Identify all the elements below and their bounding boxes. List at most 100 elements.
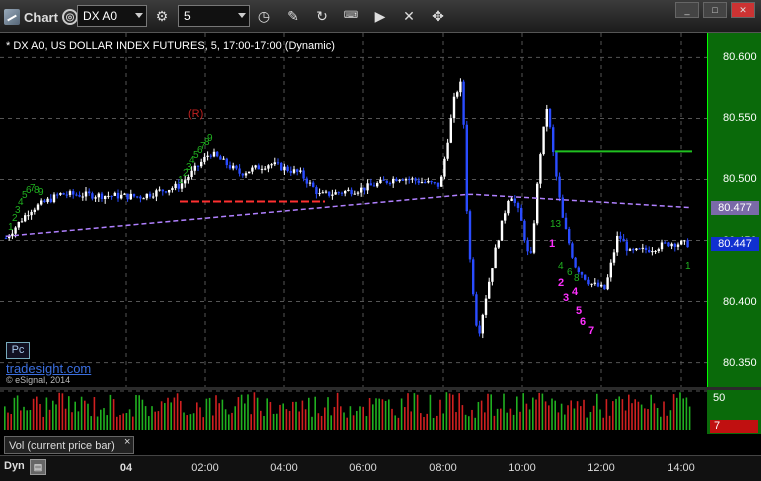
maximize-button[interactable]: □ — [703, 2, 727, 18]
candle-body — [446, 142, 449, 159]
volume-bar — [516, 396, 518, 430]
candle-body — [644, 247, 648, 251]
chevron-down-icon[interactable] — [238, 13, 246, 18]
volume-bar — [394, 415, 396, 430]
volume-bar — [666, 415, 668, 430]
volume-bar — [116, 416, 118, 430]
dyn-settings-icon[interactable]: ▤ — [30, 459, 46, 475]
volume-bar — [599, 409, 601, 430]
brand-link[interactable]: tradesight.com — [6, 361, 91, 376]
volume-bar — [455, 412, 457, 430]
volume-bar — [10, 414, 12, 430]
volume-bar — [656, 407, 659, 430]
candle-body — [625, 241, 628, 251]
candle-body — [660, 242, 664, 250]
volume-bar — [679, 392, 681, 430]
candle-body — [465, 124, 468, 212]
candle-body — [654, 250, 657, 252]
volume-bar — [685, 397, 688, 430]
candle-body — [456, 92, 459, 97]
price-plot[interactable]: (R)123456789123456789134681123 4567 — [0, 33, 707, 387]
time-tick-label: 12:00 — [587, 462, 615, 474]
candle-body — [142, 198, 145, 200]
candle-body — [289, 170, 292, 173]
volume-bar — [554, 400, 556, 430]
candle-body — [494, 247, 497, 269]
candle-body — [49, 198, 52, 203]
volume-bar — [589, 411, 592, 430]
chevron-down-icon[interactable] — [135, 13, 143, 18]
volume-bar — [439, 399, 441, 430]
volume-plot[interactable] — [0, 390, 707, 434]
candle-body — [520, 207, 523, 221]
volume-bar — [634, 399, 636, 430]
volume-bar — [205, 398, 208, 430]
candle-body — [641, 247, 644, 249]
pencil-icon[interactable]: ✎ — [283, 6, 303, 26]
volume-bar — [612, 401, 614, 430]
volume-bar — [356, 410, 358, 430]
symbol-input[interactable]: DX A0 — [77, 5, 147, 27]
volume-bar — [368, 398, 371, 430]
volume-bar — [109, 394, 112, 430]
cross-icon[interactable]: ✕ — [399, 6, 419, 26]
volume-bar — [167, 397, 169, 430]
candle-body — [65, 194, 68, 196]
interval-input[interactable]: 5 — [178, 5, 250, 27]
chart-title: * DX A0, US DOLLAR INDEX FUTURES, 5, 17:… — [6, 40, 335, 52]
volume-bar — [519, 411, 521, 430]
count-label-magenta: 4 — [572, 286, 579, 298]
settings-icon[interactable]: ⚙ — [152, 6, 172, 26]
candle-body — [24, 215, 27, 222]
volume-bar — [180, 400, 182, 430]
volume-bar — [144, 406, 147, 430]
pc-button[interactable]: Pc — [6, 342, 30, 359]
candle-body — [420, 182, 424, 184]
volume-bar — [458, 393, 460, 430]
link-icon[interactable]: ◎ — [61, 9, 78, 25]
volume-bar — [125, 412, 128, 430]
close-icon[interactable]: × — [124, 436, 130, 448]
candle-body — [580, 272, 584, 275]
candle-body — [100, 193, 104, 200]
volume-bar — [157, 411, 160, 430]
keyboard-icon[interactable]: ⌨ — [341, 6, 361, 26]
volume-bar — [237, 397, 240, 430]
volume-bar — [567, 405, 569, 430]
volume-bar — [647, 409, 649, 430]
clock-icon[interactable]: ◷ — [254, 6, 274, 26]
close-button[interactable]: ✕ — [731, 2, 755, 18]
volume-bar — [288, 410, 291, 430]
candle-body — [62, 193, 65, 195]
candle-body — [107, 195, 110, 197]
volume-bar — [400, 398, 403, 430]
candle-body — [392, 178, 395, 184]
volume-bar — [532, 397, 534, 430]
candle-body — [369, 183, 372, 186]
candle-body — [129, 193, 132, 200]
volume-bar — [112, 399, 115, 430]
volume-bar — [605, 399, 608, 430]
time-tick-label: 14:00 — [667, 462, 695, 474]
refresh-icon[interactable]: ↻ — [312, 6, 332, 26]
candle-body — [299, 170, 302, 172]
time-axis[interactable]: 04 02:00 04:00 06:00 08:00 10:00 12:00 14:00 — [0, 455, 707, 481]
volume-bar — [346, 417, 348, 430]
volume-bar — [352, 415, 355, 430]
price-axis[interactable]: 80.60080.55080.50080.45080.40080.35080.4… — [707, 33, 761, 387]
candle-body — [350, 189, 353, 195]
candle-body — [596, 282, 600, 287]
volume-bar — [218, 403, 220, 430]
candle-body — [33, 209, 36, 212]
pin-icon[interactable]: ✥ — [428, 6, 448, 26]
candle-body — [136, 196, 139, 198]
minimize-button[interactable]: _ — [675, 2, 699, 18]
volume-bar — [292, 401, 294, 430]
count-label-green: 13 — [550, 219, 562, 230]
volume-bar — [660, 416, 662, 430]
volume-bar — [461, 405, 464, 430]
volume-study-tab[interactable]: Vol (current price bar) — [4, 436, 134, 454]
play-icon[interactable]: ▶ — [370, 6, 390, 26]
volume-bar — [596, 393, 598, 430]
volume-bar — [490, 394, 492, 430]
